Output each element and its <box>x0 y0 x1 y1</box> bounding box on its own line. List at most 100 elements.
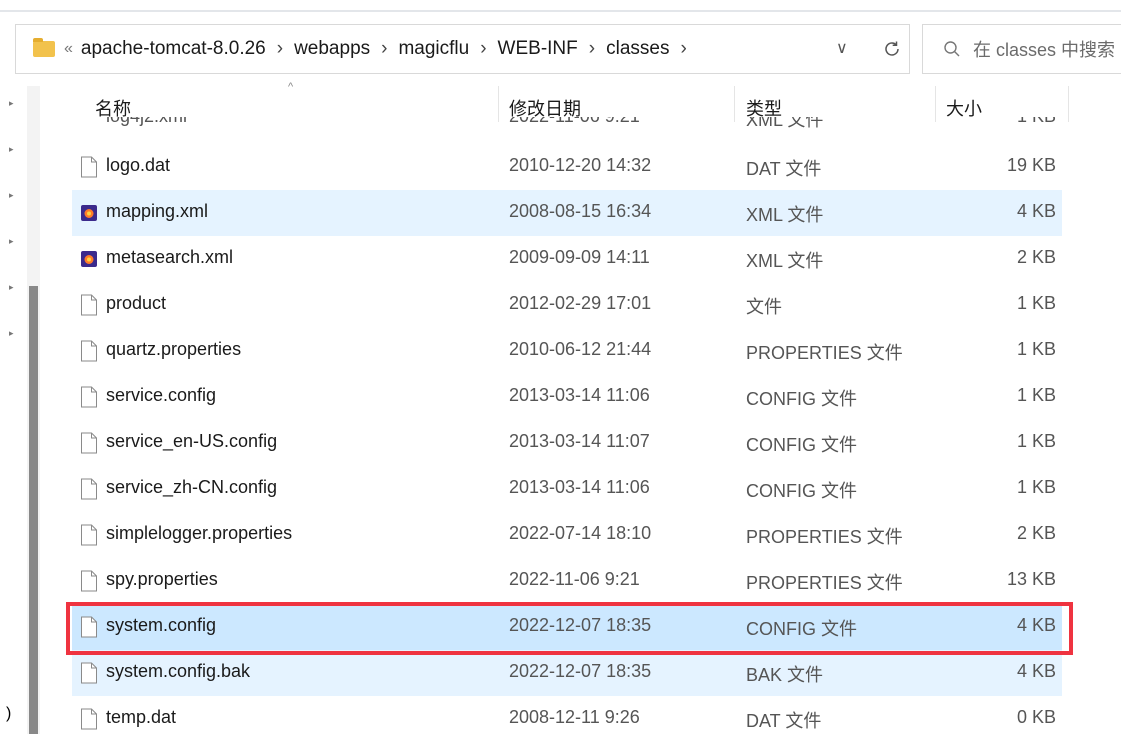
partial-file-row[interactable]: log4j2.xml 2022-11-06 9:21 XML 文件 1 KB <box>72 117 1062 129</box>
file-type: PROPERTIES 文件 <box>746 527 903 547</box>
folder-icon <box>33 38 55 57</box>
nav-expand-icon[interactable]: ▸ <box>9 236 14 247</box>
breadcrumb-chevron-icon[interactable]: › <box>277 38 283 60</box>
file-size: 1 KB <box>1016 431 1056 451</box>
file-row[interactable]: spy.properties 2022-11-06 9:21 PROPERTIES … <box>72 558 1062 604</box>
file-type: DAT 文件 <box>746 711 822 731</box>
file-name: service.config <box>106 385 217 405</box>
file-date: 2010-12-20 14:32 <box>509 155 652 175</box>
file-type: CONFIG 文件 <box>746 481 857 501</box>
search-input[interactable]: 在 classes 中搜索 <box>973 36 1115 62</box>
file-type: PROPERTIES 文件 <box>746 573 903 593</box>
file-size: 1 KB <box>1016 293 1056 313</box>
file-size: 19 KB <box>1006 155 1056 175</box>
file-date: 2008-08-15 16:34 <box>509 201 652 221</box>
file-size: 2 KB <box>1016 523 1056 543</box>
breadcrumb-chevron-icon[interactable]: › <box>480 38 486 60</box>
file-size: 1 KB <box>1016 385 1056 405</box>
file-icon <box>80 340 98 362</box>
nav-truncated-text: ) <box>6 705 12 722</box>
file-type: XML 文件 <box>746 205 824 225</box>
file-row[interactable]: system.config 2022-12-07 18:35 CONFIG 文件 4 … <box>72 604 1062 650</box>
file-row[interactable]: service_en-US.config 2013-03-14 11:07 CONF… <box>72 420 1062 466</box>
file-name: service_zh-CN.config <box>106 477 278 497</box>
file-date: 2022-07-14 18:10 <box>509 523 652 543</box>
overflow-chevron-icon[interactable]: « <box>64 40 73 58</box>
file-row[interactable]: service.config 2013-03-14 11:06 CONFIG 文件 1… <box>72 374 1062 420</box>
address-history-dropdown[interactable]: ∨ <box>836 38 848 58</box>
xml-file-icon <box>80 248 98 270</box>
file-row[interactable]: logo.dat 2010-12-20 14:32 DAT 文件 19 KB <box>72 144 1062 190</box>
breadcrumb-item[interactable]: WEB-INF <box>498 38 578 60</box>
file-icon <box>80 386 98 408</box>
address-bar[interactable]: « apache-tomcat-8.0.26 › webapps › magicflu ›… <box>15 24 910 74</box>
nav-expand-icon[interactable]: ▸ <box>9 328 14 339</box>
breadcrumb-chevron-icon[interactable]: › <box>381 38 387 60</box>
file-row[interactable]: temp.dat 2008-12-11 9:26 DAT 文件 0 KB <box>72 696 1062 734</box>
breadcrumb-item[interactable]: classes <box>606 38 669 60</box>
refresh-icon[interactable] <box>876 33 908 65</box>
navigation-pane: ▸ ▸ ▸ ▸ ▸ ▸ <box>0 86 40 734</box>
file-row[interactable]: product 2012-02-29 17:01 文件 1 KB <box>72 282 1062 328</box>
file-size: 0 KB <box>1016 707 1056 727</box>
file-name: system.config.bak <box>106 661 251 681</box>
file-size: 1 KB <box>1016 477 1056 497</box>
file-date: 2010-06-12 21:44 <box>509 339 652 359</box>
breadcrumb-item[interactable]: magicflu <box>398 38 469 60</box>
sort-ascending-icon: ^ <box>288 81 294 93</box>
file-icon <box>80 478 98 500</box>
file-row[interactable]: mapping.xml 2008-08-15 16:34 XML 文件 4 KB <box>72 190 1062 236</box>
file-date: 2022-12-07 18:35 <box>509 615 652 635</box>
file-date: 2013-03-14 11:06 <box>509 385 650 405</box>
file-icon <box>80 616 98 638</box>
file-date: 2022-11-06 9:21 <box>509 569 640 589</box>
top-divider <box>0 10 1121 12</box>
nav-expand-icon[interactable]: ▸ <box>9 144 14 155</box>
file-row[interactable]: metasearch.xml 2009-09-09 14:11 XML 文件 2 KB <box>72 236 1062 282</box>
file-date: 2022-11-06 9:21 <box>509 117 640 127</box>
file-type: CONFIG 文件 <box>746 389 857 409</box>
file-name: log4j2.xml <box>106 117 187 127</box>
file-date: 2013-03-14 11:07 <box>509 431 650 451</box>
file-date: 2013-03-14 11:06 <box>509 477 650 497</box>
xml-file-icon <box>80 202 98 224</box>
breadcrumb-chevron-icon[interactable]: › <box>680 38 686 60</box>
nav-expand-icon[interactable]: ▸ <box>9 190 14 201</box>
file-size: 4 KB <box>1016 661 1056 681</box>
file-size: 4 KB <box>1016 615 1056 635</box>
file-icon <box>80 570 98 592</box>
nav-scrollbar-thumb[interactable] <box>29 286 38 734</box>
file-row[interactable]: system.config.bak 2022-12-07 18:35 BAK 文件 4… <box>72 650 1062 696</box>
file-type: XML 文件 <box>746 117 824 129</box>
file-row[interactable]: simplelogger.properties 2022-07-14 18:10 P… <box>72 512 1062 558</box>
breadcrumb-item[interactable]: apache-tomcat-8.0.26 <box>81 38 266 60</box>
file-icon <box>80 662 98 684</box>
file-size: 1 KB <box>1017 117 1056 127</box>
file-name: logo.dat <box>106 155 171 175</box>
file-row[interactable]: quartz.properties 2010-06-12 21:44 PROPERT… <box>72 328 1062 374</box>
file-icon <box>80 294 98 316</box>
search-box[interactable]: 在 classes 中搜索 <box>922 24 1121 74</box>
file-row[interactable]: service_zh-CN.config 2013-03-14 11:06 CONF… <box>72 466 1062 512</box>
file-name: simplelogger.properties <box>106 523 293 543</box>
file-name: product <box>106 293 167 313</box>
file-size: 2 KB <box>1016 247 1056 267</box>
file-type: DAT 文件 <box>746 159 822 179</box>
file-name: temp.dat <box>106 707 177 727</box>
nav-expand-icon[interactable]: ▸ <box>9 98 14 109</box>
breadcrumb-item[interactable]: webapps <box>294 38 370 60</box>
file-type: 文件 <box>746 297 782 317</box>
file-type: BAK 文件 <box>746 665 824 685</box>
search-icon <box>944 41 960 57</box>
file-size: 1 KB <box>1016 339 1056 359</box>
column-divider[interactable] <box>1068 86 1069 122</box>
file-name: spy.properties <box>106 569 218 589</box>
nav-expand-icon[interactable]: ▸ <box>9 282 14 293</box>
file-icon <box>80 432 98 454</box>
breadcrumb: apache-tomcat-8.0.26 › webapps › magicflu › WE… <box>81 38 698 60</box>
file-name: service_en-US.config <box>106 431 278 451</box>
file-type: PROPERTIES 文件 <box>746 343 903 363</box>
breadcrumb-chevron-icon[interactable]: › <box>589 38 595 60</box>
file-list: logo.dat 2010-12-20 14:32 DAT 文件 19 KB mappi… <box>72 144 1062 734</box>
file-icon <box>80 708 98 730</box>
